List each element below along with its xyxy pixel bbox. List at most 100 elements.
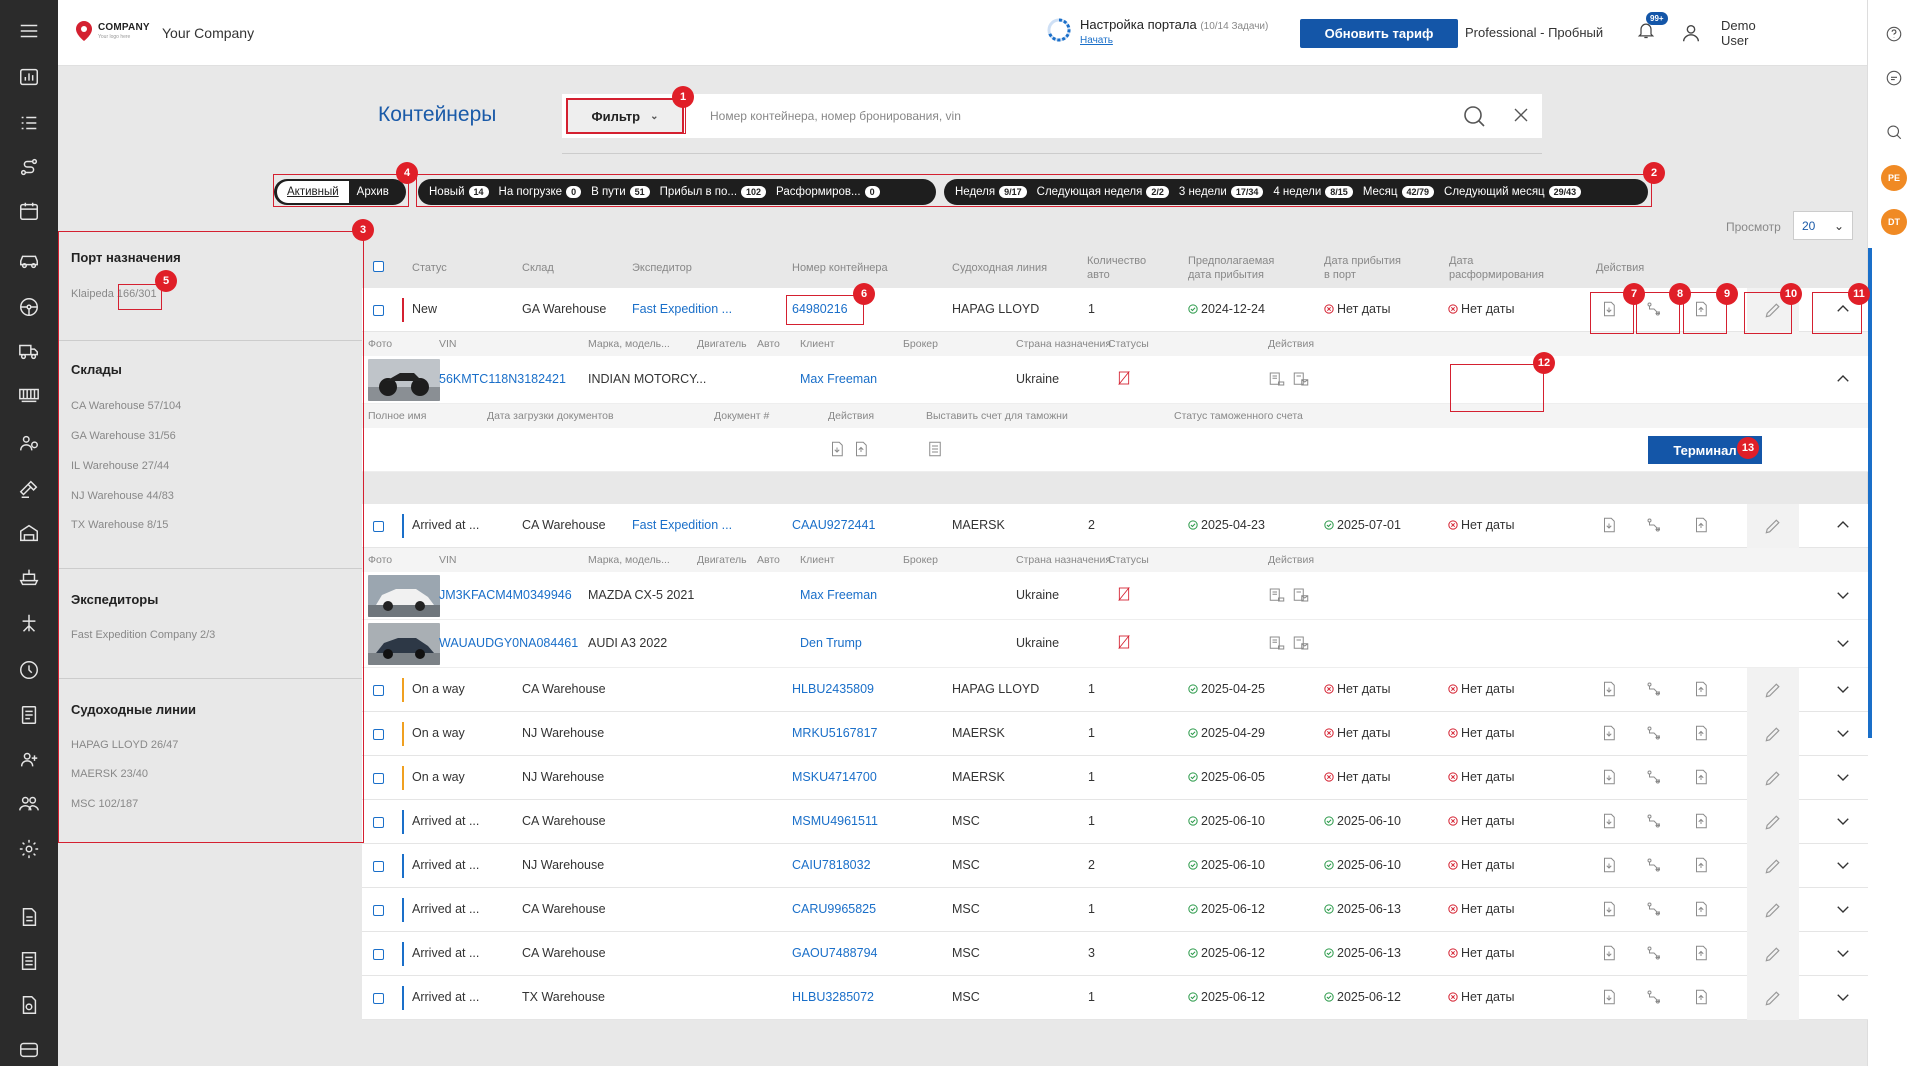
period-pill[interactable]: Неделя 9/17 [955, 186, 1027, 198]
tracking-icon[interactable] [1645, 680, 1665, 700]
edit-icon[interactable] [1747, 844, 1799, 888]
search-input[interactable]: Номер контейнера, номер бронирования, vi… [710, 109, 961, 123]
chevron-down-icon[interactable] [1834, 988, 1854, 1008]
chevron-down-icon[interactable] [1834, 724, 1854, 744]
help-icon[interactable] [1882, 22, 1906, 46]
report-icon[interactable] [14, 946, 44, 976]
line-filter-item[interactable]: MSC 102/187 [71, 798, 138, 810]
vin-link[interactable]: JM3KFACM4M0349946 [439, 588, 572, 602]
row-checkbox[interactable] [373, 905, 384, 916]
status-missing-icon[interactable] [1116, 370, 1136, 390]
download-document-icon[interactable] [1600, 812, 1620, 832]
status-pill[interactable]: В пути 51 [591, 186, 650, 198]
container-number-link[interactable]: MRKU5167817 [792, 726, 877, 740]
chevron-down-icon[interactable] [1834, 586, 1854, 606]
container-number-link[interactable]: 64980216 [792, 302, 848, 316]
settings-icon[interactable] [14, 834, 44, 864]
container-icon[interactable] [14, 380, 44, 410]
chat-icon[interactable] [1882, 66, 1906, 90]
warehouse-filter-item[interactable]: CA Warehouse 57/104 [71, 400, 181, 412]
auction-icon[interactable] [14, 474, 44, 504]
user-name[interactable]: Demo User [1721, 18, 1756, 48]
period-pill[interactable]: 4 недели 8/15 [1273, 186, 1353, 198]
row-checkbox[interactable] [373, 521, 384, 532]
vehicle-document-icon[interactable] [1268, 370, 1288, 390]
portal-start-link[interactable]: Начать [1080, 35, 1268, 46]
vehicle-photo[interactable] [368, 359, 440, 401]
upload-document-icon[interactable] [1692, 680, 1712, 700]
period-pill[interactable]: Следующая неделя 2/2 [1037, 186, 1169, 198]
tab-archive[interactable]: Архив [357, 186, 389, 198]
edit-icon[interactable] [1747, 756, 1799, 800]
download-document-icon[interactable] [1600, 680, 1620, 700]
finance-icon[interactable] [14, 990, 44, 1020]
table-row[interactable]: Arrived at ... CA Warehouse CARU9965825 MSC… [362, 888, 1868, 932]
chevron-down-icon[interactable] [1834, 634, 1854, 654]
upload-document-icon[interactable] [1692, 900, 1712, 920]
chevron-down-icon[interactable] [1834, 680, 1854, 700]
container-number-link[interactable]: GAOU7488794 [792, 946, 877, 960]
row-checkbox[interactable] [373, 993, 384, 1004]
chevron-up-icon[interactable] [1834, 300, 1854, 320]
document-icon[interactable] [14, 902, 44, 932]
table-row[interactable]: Arrived at ... TX Warehouse HLBU3285072 MSC… [362, 976, 1868, 1020]
contacts-icon[interactable] [14, 744, 44, 774]
chevron-down-icon[interactable] [1834, 856, 1854, 876]
edit-icon[interactable] [1747, 932, 1799, 976]
tracking-icon[interactable] [1645, 988, 1665, 1008]
vehicle-row[interactable]: JM3KFACM4M0349946 MAZDA CX-5 2021 Max Free… [362, 572, 1868, 620]
download-doc-icon[interactable] [828, 440, 848, 460]
truck-icon[interactable] [14, 336, 44, 366]
avatar-dt[interactable]: DT [1881, 209, 1907, 235]
per-page-select[interactable]: 20 ⌄ [1793, 211, 1853, 240]
forwarder-filter-item[interactable]: Fast Expedition Company 2/3 [71, 629, 215, 641]
upload-document-icon[interactable] [1692, 944, 1712, 964]
tracking-icon[interactable] [1645, 724, 1665, 744]
line-filter-item[interactable]: HAPAG LLOYD 26/47 [71, 739, 178, 751]
status-pill[interactable]: На погрузке 0 [499, 186, 582, 198]
invoice-doc-icon[interactable] [926, 440, 946, 460]
team-icon[interactable] [14, 788, 44, 818]
upload-document-icon[interactable] [1692, 516, 1712, 536]
port-filter-item[interactable]: Klaipeda 166/301 [71, 288, 157, 300]
filter-button[interactable]: Фильтр ⌄ [566, 98, 684, 134]
status-missing-icon[interactable] [1116, 634, 1136, 654]
chevron-down-icon[interactable] [1834, 768, 1854, 788]
vehicle-document-icon[interactable] [1268, 634, 1288, 654]
row-checkbox[interactable] [373, 685, 384, 696]
routes-icon[interactable] [14, 152, 44, 182]
period-pill[interactable]: Месяц 42/79 [1363, 186, 1435, 198]
upload-document-icon[interactable] [1692, 988, 1712, 1008]
row-checkbox[interactable] [373, 773, 384, 784]
col-forwarder[interactable]: Экспедитор [632, 261, 692, 275]
col-container[interactable]: Номер контейнера [792, 261, 888, 275]
upload-document-icon[interactable] [1692, 812, 1712, 832]
status-missing-icon[interactable] [1116, 586, 1136, 606]
warehouse-filter-item[interactable]: TX Warehouse 8/15 [71, 519, 168, 531]
edit-icon[interactable] [1747, 712, 1799, 756]
warehouse-filter-item[interactable]: IL Warehouse 27/44 [71, 460, 169, 472]
row-checkbox[interactable] [373, 861, 384, 872]
container-number-link[interactable]: HLBU3285072 [792, 990, 874, 1004]
search-icon[interactable] [1462, 104, 1486, 131]
upload-document-icon[interactable] [1692, 300, 1712, 320]
select-all-checkbox[interactable] [373, 261, 384, 272]
upload-document-icon[interactable] [1692, 856, 1712, 876]
container-number-link[interactable]: CARU9965825 [792, 902, 876, 916]
edit-icon[interactable] [1747, 888, 1799, 932]
vehicle-row[interactable]: 56KMTC118N3182421 INDIAN MOTORCY... Max Fr… [362, 356, 1868, 404]
col-qty[interactable]: Количество авто [1087, 254, 1146, 282]
table-row[interactable]: On a way CA Warehouse HLBU2435809 HAPAG LLO… [362, 668, 1868, 712]
portal-setup[interactable]: Настройка портала (10/14 Задачи) Начать [1046, 17, 1268, 46]
client-link[interactable]: Den Trump [800, 636, 862, 650]
table-row[interactable]: Arrived at ... CA Warehouse MSMU4961511 MSC… [362, 800, 1868, 844]
container-number-link[interactable]: CAAU9272441 [792, 518, 875, 532]
tracking-icon[interactable] [1645, 812, 1665, 832]
vehicle-row[interactable]: WAUAUDGY0NA084461 AUDI A3 2022 Den Trump Uk… [362, 620, 1868, 668]
chevron-down-icon[interactable] [1834, 812, 1854, 832]
edit-icon[interactable] [1747, 800, 1799, 844]
download-document-icon[interactable] [1600, 724, 1620, 744]
table-row[interactable]: On a way NJ Warehouse MSKU4714700 MAERSK 1 20… [362, 756, 1868, 800]
table-row[interactable]: Arrived at ... CA Warehouse GAOU7488794 MSC… [362, 932, 1868, 976]
period-pill[interactable]: 3 недели 17/34 [1179, 186, 1264, 198]
